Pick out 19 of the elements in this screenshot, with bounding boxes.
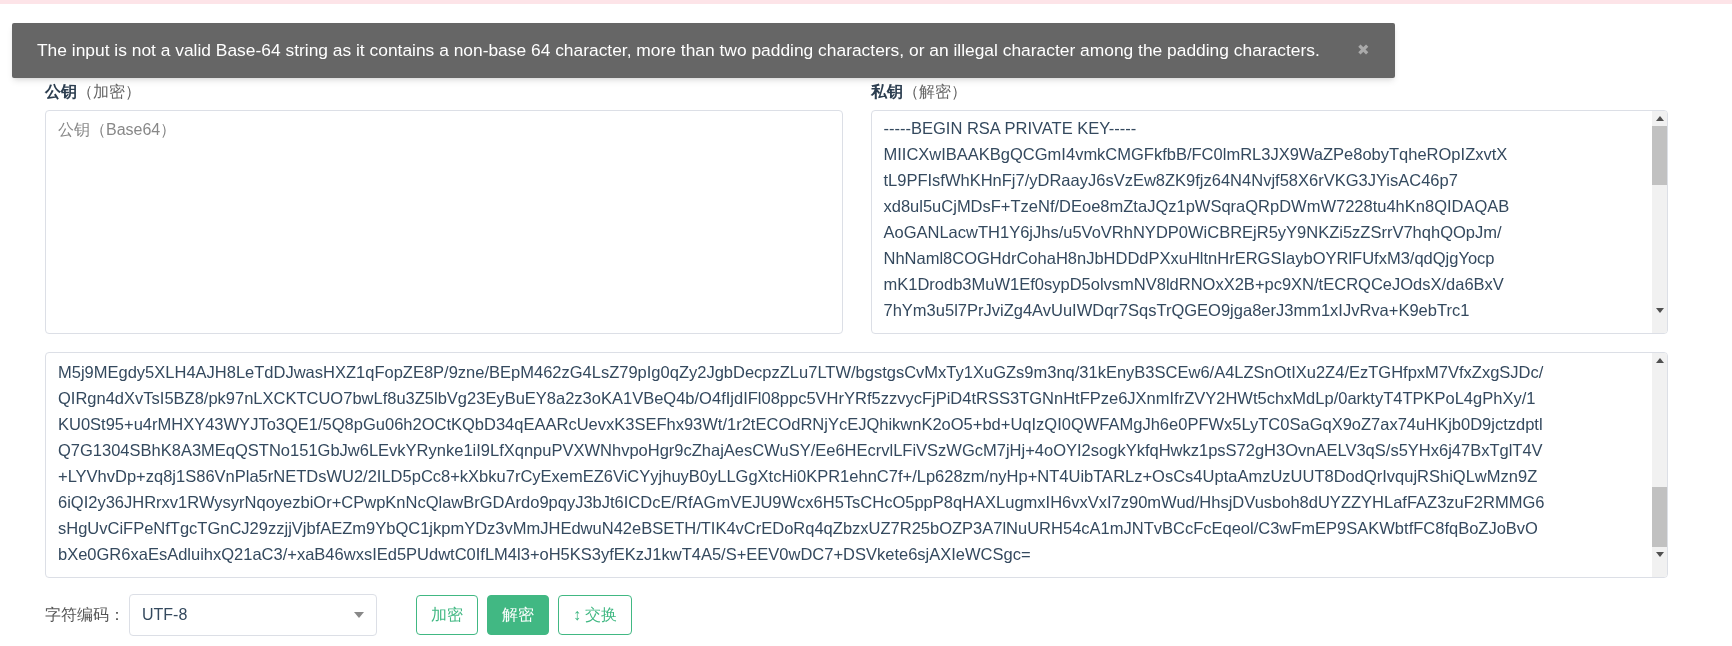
scroll-up-icon[interactable] [1655, 358, 1664, 363]
private-key-field[interactable]: -----BEGIN RSA PRIVATE KEY----- MIICXwIBAAKBgQCGmI4vmkCMGFkfbB/FC0lmRL3JX9WaZPe8obyTqheROpIZxvtX tL9PFIsfWhKHnFj7/yDRaayJ6sVzEw8ZK9fjz64N4Nvjf58X6rVKG3JYisAC46p7 xd8ul5uCjMDsF+TzeNf/DEoe8mZtaJQz1pWSqraQRpDWmW7228tu4hKn8QIDAQAB AoGANLacwTH1Y6jJhs/u5VoVRhNYDP0WiCBREjR5yY9NKZi5zZSrrV7hqhQOpJm/ NhNaml8COGHdrCohaH8nJbHDDdPXxuHltnHrERGSIaybOYRlFUfxM3/qdQjgYocp mK1Drodb3MuW1Ef0sypD5olvsmNV8ldRNOxX2B+pc9XN/tECRQCeJOdsX/da6BxV 7hYm3u5l7PrJviZg4AvUuIWDqr7SqsTrQGEO9jga8erJ3mm1xIJvRva+K9ebTrc1 [870, 110, 1668, 334]
encoding-select[interactable]: UTF-8 [129, 594, 377, 636]
action-button[interactable]: 解密 [487, 595, 549, 635]
encoding-label: 字符编码： [45, 605, 125, 625]
close-icon[interactable]: ✖ [1357, 39, 1370, 62]
action-button[interactable]: ↕ 交换 [558, 595, 633, 635]
error-message: The input is not a valid Base-64 string as it contains a non-base 64 character, more than two padding characters, or an illegal character among the padding characters. [37, 39, 1320, 63]
scroll-down-icon[interactable] [1655, 552, 1664, 557]
scrollbar[interactable] [1652, 353, 1667, 577]
public-key-label: 公钥（加密） [45, 82, 142, 102]
public-key-field[interactable]: 公钥（Base64） [45, 110, 843, 334]
action-button[interactable]: 加密 [416, 595, 478, 635]
caret-icon [354, 612, 364, 618]
private-key-label: 私钥（解密） [870, 82, 968, 102]
scrollbar[interactable] [1652, 111, 1667, 333]
scroll-down-icon[interactable] [1655, 308, 1664, 313]
scroll-up-icon[interactable] [1655, 116, 1664, 121]
output-field[interactable]: M5j9MEgdy5XLH4AJH8LeTdDJwasHXZ1qFopZE8P/9zne/BEpM462zG4LsZ79pIg0qZy2JgbDecpzZLu7LTW/bgstgsCvMxTy1XuGZs9m3nq/31kEnyB3SCEw6/A4LZSnOtIXu2Z4/EzTGHfpxM7VfxZxgSJDc/ QIRgn4dXvTsI5BZ8/pk97nLXCKTCUO7bwLf8u3Z5lbVg23EyBuEY8a2z3oKA1VBeQ4b/O4fIjdIFl08ppc5VHrYRf5zzvycFjPiD4tRSS3TGNnHtFPze6JXnmIfrZVY2HWt5chxMdLp/0arktyT4TPKPoL4gPhXy/1 KU0St95+u4rMHXY43WYJTo3QE1/5Q8pGu06h2OCtKQbD34qEAARcUevxK3SEFhx93Wt/1r2tECOdRNjYcEJQhikwnK2oO5+bd+UqIzQI0QWFAMgJh6e0PFWx5LyTC0SaGqX9oZ7ax74uHKjb0D9jctzdptl Q7G1304SBhK8A3MEqQSTNo151GbJw6LEvkYRynke1iI9LfXqnpuPVXWNhvpoHgr9cZhajAesCWuSY/Ee6HEcrvlLFiVSzWGcM7jHj+4oOYI2sogkYkfqHwkz1psS72gH3OvnAELV3qS/s5YHx6j47BxTglT4V +LYVhvDp+zq8j1S86VnPla5rNETDsWU2/2ILD5pCc8+kXbku7rCyExemEZ6ViCYyjhuyB0yLLGgXtcHi0KPR1ehnC7f+/Lp628zm/nyHp+NT4UibTARLz+OsCs4UptaAmzUzUUT8DodQrIvqujRShiQLwMzn9Z 6iQI2y36JHRrxv1RWysyrNqoyezbiOr+CPwpKnNcQlawBrGDArdo9pqyJ3bJt6ICDcE/RfAGmVEJU9Wcx6H5TsCHcO5ppP8qHAXLugmxIH6vxVxI7z90mWud/HhsjDVusboh8dUYZZYHLafFAZ3zuF2RMMG6 sHgUvCiFPeNfTgcTGnCJ29zzjjVjbfAEZm9YbQC1jkpmYDz3vMmJHEdwuN42eBSETH/TIK4vCrEDoRq4qZbzxUZ7R25bOZP3A7lNuURH54cA1mJNTvBCcFcEqeol/C3wFmEP9SAKWbtfFC8fqBoZJoBvO bXe0GR6xaEsAdluihxQ21aC3/+xaB46wxsIEd5PUdwtC0IfLM4l3+oH5KS3yfEKzJ1kwT4A5/S+EEV0wDC7+DSVkete6sjAXIeWCSgc= [45, 352, 1668, 578]
